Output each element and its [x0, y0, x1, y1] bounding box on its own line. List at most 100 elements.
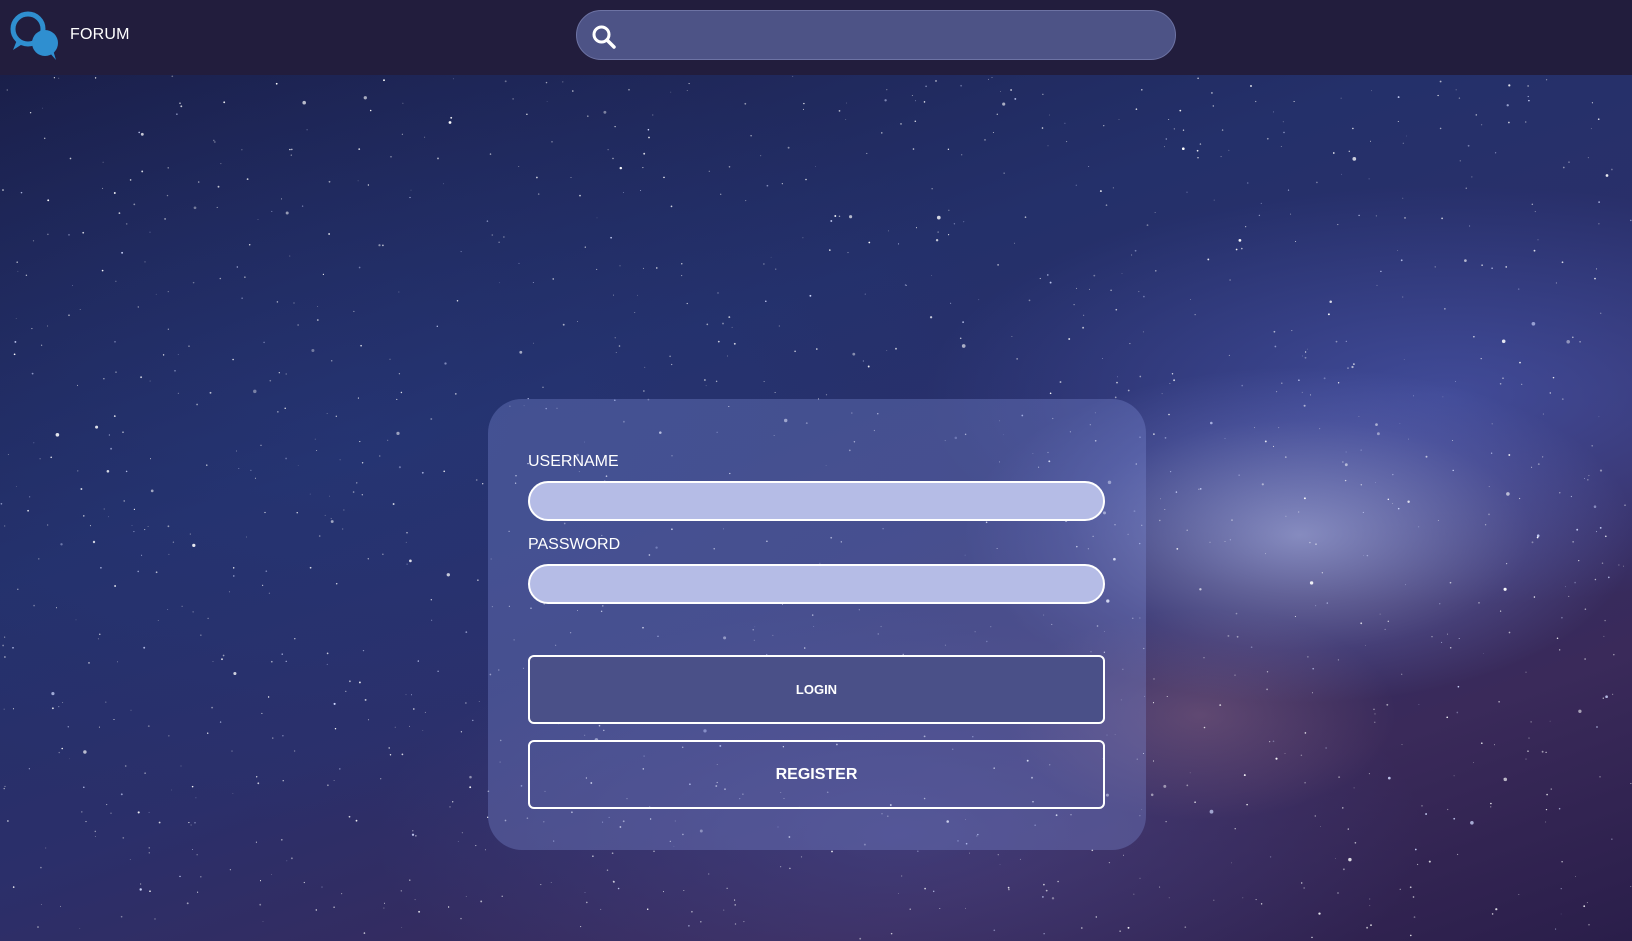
star [1210, 91, 1213, 94]
star [1533, 596, 1536, 598]
star [115, 371, 117, 373]
star [533, 342, 534, 344]
star [1596, 268, 1597, 270]
password-field[interactable] [528, 564, 1105, 604]
star [191, 785, 194, 788]
star [1316, 181, 1318, 184]
star [717, 340, 720, 343]
star [1402, 142, 1404, 144]
star [1345, 340, 1347, 343]
search-input[interactable] [627, 11, 1157, 59]
star [1269, 741, 1271, 743]
star [619, 265, 621, 267]
star [1437, 520, 1439, 521]
star [353, 310, 355, 312]
star [71, 284, 73, 286]
register-button[interactable]: REGISTER [528, 740, 1105, 809]
chat-bubbles-icon[interactable] [9, 10, 61, 62]
star [663, 891, 664, 893]
login-button[interactable]: LOGIN [528, 655, 1105, 724]
star [734, 923, 737, 925]
star [414, 899, 416, 901]
star [1168, 897, 1170, 899]
star [259, 880, 262, 882]
star [1499, 610, 1502, 612]
star [164, 217, 167, 220]
star [1370, 924, 1372, 926]
star [3, 708, 5, 710]
star [1480, 124, 1483, 126]
star [405, 694, 407, 696]
search-bar[interactable] [576, 10, 1176, 60]
star [1011, 335, 1013, 338]
star [1197, 156, 1199, 159]
star [330, 359, 333, 362]
star [262, 921, 264, 922]
star [1527, 750, 1529, 752]
star [592, 855, 594, 857]
username-field[interactable] [528, 481, 1105, 521]
star [708, 170, 710, 172]
star [168, 553, 170, 555]
star [1301, 391, 1303, 393]
star [68, 314, 70, 317]
star [914, 120, 917, 123]
star [253, 389, 257, 394]
star [39, 458, 41, 460]
star [452, 78, 454, 80]
star [1405, 584, 1406, 586]
star [1604, 535, 1607, 538]
star [1505, 266, 1508, 268]
star [1303, 887, 1305, 889]
star [20, 191, 23, 194]
star [339, 459, 341, 461]
star [1457, 853, 1459, 856]
star [1196, 149, 1199, 152]
star [367, 558, 369, 560]
star [947, 148, 950, 150]
star [94, 835, 96, 838]
star [478, 701, 480, 702]
star [195, 797, 197, 799]
star [1105, 204, 1108, 206]
star [1630, 886, 1632, 888]
star [1409, 934, 1412, 937]
star [1425, 813, 1428, 815]
star [271, 874, 273, 875]
star [149, 890, 151, 893]
star [309, 566, 312, 569]
star [1047, 145, 1049, 147]
star [362, 649, 365, 652]
star [103, 508, 105, 510]
star [1558, 807, 1561, 810]
star [1118, 119, 1120, 120]
star [281, 198, 283, 200]
star [1272, 740, 1275, 743]
star [369, 109, 372, 112]
star [997, 854, 999, 856]
star [333, 906, 335, 909]
star [465, 702, 467, 704]
star [238, 468, 240, 470]
star [862, 360, 865, 362]
star [765, 300, 767, 303]
star [137, 570, 139, 573]
star [293, 750, 296, 752]
star [1342, 461, 1344, 463]
search-icon[interactable] [591, 24, 617, 50]
star [1587, 479, 1589, 481]
star [1282, 121, 1284, 123]
star [437, 670, 439, 672]
star [584, 246, 586, 248]
star [180, 105, 183, 108]
star [324, 514, 326, 516]
brand-name[interactable]: FORUM [70, 26, 130, 44]
star [1238, 239, 1242, 242]
star [125, 223, 128, 225]
star [669, 355, 671, 358]
star [124, 765, 127, 767]
star [1552, 376, 1555, 379]
star [102, 187, 104, 189]
star [1179, 109, 1182, 112]
star [38, 558, 40, 560]
